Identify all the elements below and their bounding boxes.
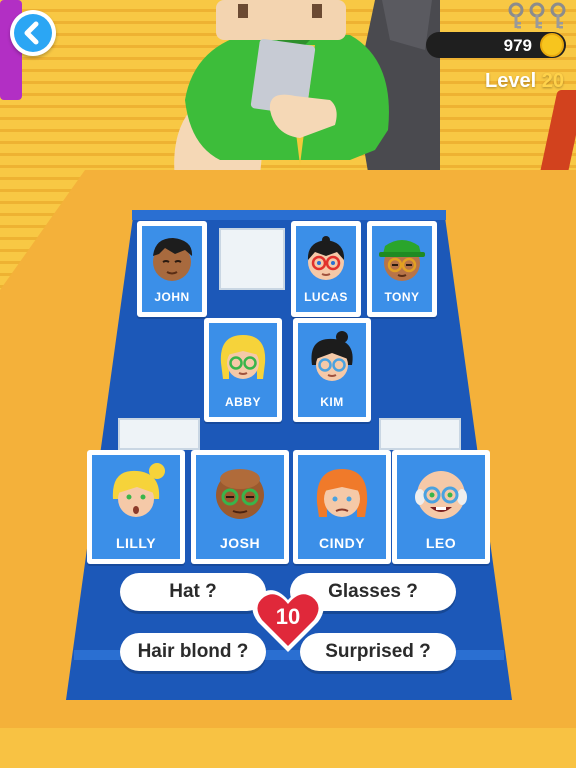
leo-face-icon xyxy=(415,471,467,519)
question-hat-button[interactable]: Hat ? xyxy=(120,573,266,611)
josh-face-icon xyxy=(216,469,264,519)
level-number: 20 xyxy=(541,70,564,92)
card-name-label: LUCAS xyxy=(304,290,348,304)
coin-counter: 979 xyxy=(426,32,566,58)
card-face: LUCAS xyxy=(296,226,356,312)
card-name-label: ABBY xyxy=(224,395,261,409)
card-face: JOHN xyxy=(142,226,202,312)
card-name-label: KIM xyxy=(320,395,344,409)
character-card-lilly[interactable]: LILLY xyxy=(87,450,185,564)
card-face: ABBY xyxy=(209,323,277,417)
coin-count: 979 xyxy=(503,36,532,55)
card-face: JOSH xyxy=(196,455,284,559)
cindy-face-icon xyxy=(316,469,368,517)
lives-counter: 10 xyxy=(250,586,326,656)
card-face: CINDY xyxy=(298,455,386,559)
character-card-lucas[interactable]: LUCAS xyxy=(291,221,361,317)
character-card-josh[interactable]: JOSH xyxy=(191,450,289,564)
card-name-label: JOHN xyxy=(154,290,190,304)
card-name-label: TONY xyxy=(384,290,420,304)
card-face: LILLY xyxy=(92,455,180,559)
abby-face-icon xyxy=(220,335,266,379)
lives-count: 10 xyxy=(275,604,301,629)
chevron-left-icon xyxy=(24,21,39,45)
lucas-face-icon xyxy=(307,236,345,280)
card-name-label: LEO xyxy=(425,535,457,551)
character-card-tony[interactable]: TONY xyxy=(367,221,437,317)
board-frame-top xyxy=(132,210,446,220)
coin-icon xyxy=(540,33,564,57)
question-hair-blond-button[interactable]: Hair blond ? xyxy=(120,633,266,671)
character-card-leo[interactable]: LEO xyxy=(392,450,490,564)
back-button[interactable] xyxy=(10,10,56,56)
character-card-cindy[interactable]: CINDY xyxy=(293,450,391,564)
character-card-john[interactable]: JOHN xyxy=(137,221,207,317)
lilly-face-icon xyxy=(112,463,165,517)
tony-face-icon xyxy=(379,240,425,281)
card-name-label: LILLY xyxy=(115,535,157,551)
card-name-label: CINDY xyxy=(318,535,366,551)
character-card-kim[interactable]: KIM xyxy=(293,318,371,422)
empty-slot xyxy=(118,418,200,450)
john-face-icon xyxy=(153,238,193,281)
back-button-fill xyxy=(14,14,52,52)
game-scene: JOHN LUCAS TONY ABBY KIM LILLY JOSH CIND… xyxy=(0,0,576,768)
table-front-edge xyxy=(0,728,576,768)
card-face: LEO xyxy=(397,455,485,559)
empty-slot xyxy=(219,228,285,290)
empty-slot xyxy=(379,418,461,450)
character-card-abby[interactable]: ABBY xyxy=(204,318,282,422)
card-face: KIM xyxy=(298,323,366,417)
key-icon xyxy=(508,2,566,29)
level-label: Level xyxy=(485,70,537,92)
card-face: TONY xyxy=(372,226,432,312)
kim-face-icon xyxy=(311,331,353,381)
level-indicator: Level 20 xyxy=(485,70,564,93)
card-name-label: JOSH xyxy=(219,535,261,551)
